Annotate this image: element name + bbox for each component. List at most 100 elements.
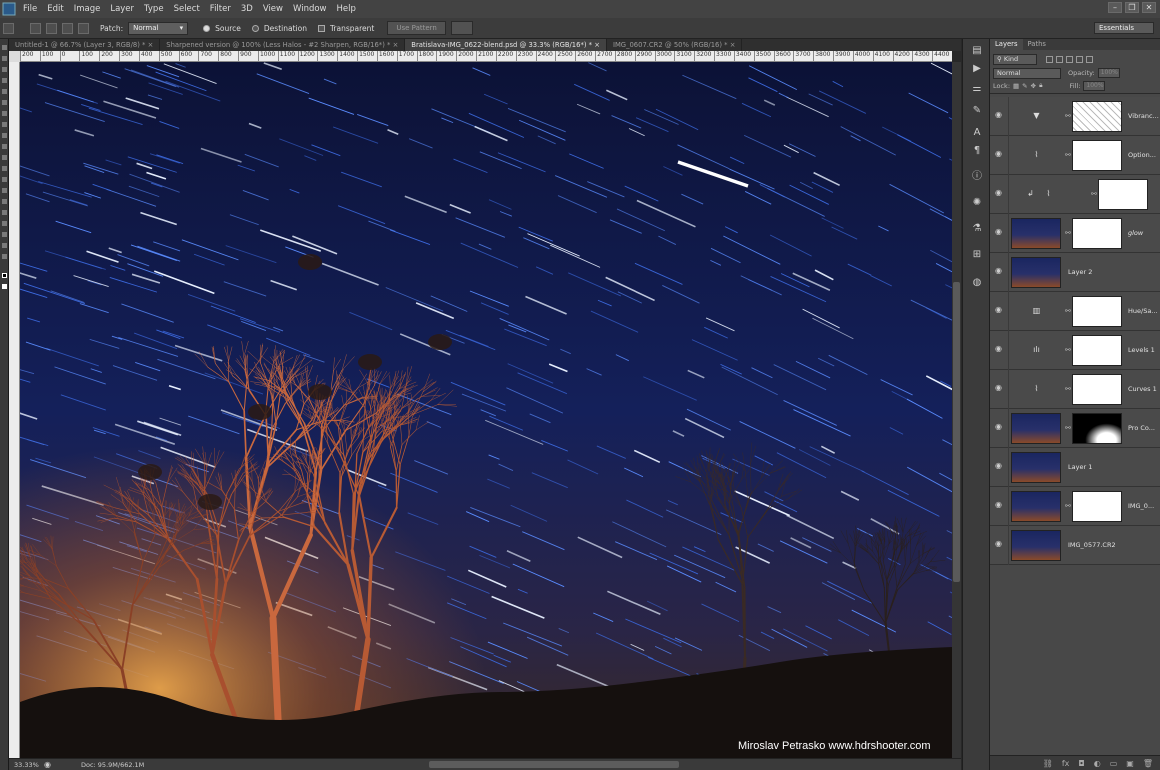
- layer-name[interactable]: Pro Co...: [1128, 424, 1155, 432]
- layer-row[interactable]: ◉ IMG_0577.CR2: [990, 526, 1160, 565]
- opacity-field[interactable]: 100%: [1097, 68, 1120, 78]
- eyedropper-tool-icon[interactable]: [2, 100, 7, 105]
- lock-transparent-icon[interactable]: ▦: [1013, 82, 1019, 90]
- close-icon[interactable]: ×: [730, 41, 736, 49]
- mask-link-icon[interactable]: ⚯: [1065, 346, 1071, 354]
- pen-tool-icon[interactable]: [2, 199, 7, 204]
- use-pattern-button[interactable]: Use Pattern: [387, 21, 446, 35]
- history-icon[interactable]: ▤: [971, 45, 983, 57]
- document-canvas[interactable]: Miroslav Petrasko www.hdrshooter.com: [20, 62, 952, 758]
- character-icon[interactable]: A: [971, 127, 983, 139]
- tab-img-0607[interactable]: IMG_0607.CR2 @ 50% (RGB/16) * ×: [607, 39, 743, 51]
- menu-file[interactable]: File: [18, 0, 42, 18]
- horizontal-scroll-thumb[interactable]: [429, 761, 679, 768]
- menu-window[interactable]: Window: [288, 0, 332, 18]
- type-filter-icon[interactable]: [1066, 55, 1073, 63]
- layer-row[interactable]: ◉ ⚯ IMG_0...: [990, 487, 1160, 526]
- pattern-picker[interactable]: [450, 21, 473, 35]
- eraser-tool-icon[interactable]: [2, 155, 7, 160]
- layer-row[interactable]: ◉ ⚯ Pro Co...: [990, 409, 1160, 448]
- mask-link-icon[interactable]: ⚯: [1065, 307, 1071, 315]
- vertical-scroll-thumb[interactable]: [953, 282, 960, 582]
- layer-name[interactable]: Levels 1: [1128, 346, 1155, 354]
- layer-mask-thumbnail[interactable]: [1072, 374, 1122, 405]
- layer-name[interactable]: Vibranc...: [1128, 112, 1159, 120]
- layer-mask-thumbnail[interactable]: [1072, 140, 1122, 171]
- vibrance-icon[interactable]: ▼: [1032, 112, 1041, 120]
- lock-all-icon[interactable]: 🔒︎: [1039, 81, 1042, 90]
- adjustment-filter-icon[interactable]: [1056, 55, 1063, 63]
- hue-saturation-icon[interactable]: ▥: [1032, 307, 1041, 315]
- close-button[interactable]: ✕: [1142, 2, 1156, 13]
- visibility-eye-icon[interactable]: ◉: [995, 267, 1003, 275]
- ruler-corner[interactable]: [9, 51, 20, 62]
- menu-select[interactable]: Select: [169, 0, 205, 18]
- menu-3d[interactable]: 3D: [236, 0, 258, 18]
- type-tool-icon[interactable]: [2, 210, 7, 215]
- fill-field[interactable]: 100%: [1083, 80, 1106, 91]
- tab-layers[interactable]: Layers: [990, 39, 1023, 50]
- layer-name[interactable]: Option...: [1128, 151, 1156, 159]
- smart-object-filter-icon[interactable]: [1086, 55, 1093, 63]
- tab-paths[interactable]: Paths: [1023, 39, 1051, 50]
- subtract-selection-button[interactable]: [62, 22, 73, 34]
- visibility-eye-icon[interactable]: ◉: [995, 189, 1003, 197]
- dodge-tool-icon[interactable]: [2, 188, 7, 193]
- layer-mask-thumbnail[interactable]: [1072, 413, 1122, 444]
- channels-icon[interactable]: ⊞: [971, 249, 983, 261]
- info-icon[interactable]: ◉: [44, 760, 51, 769]
- menu-image[interactable]: Image: [69, 0, 106, 18]
- menu-type[interactable]: Type: [139, 0, 169, 18]
- layer-thumbnail[interactable]: [1011, 218, 1061, 249]
- curves-icon[interactable]: ⌇: [1044, 190, 1053, 198]
- marquee-tool-icon[interactable]: [2, 56, 7, 61]
- brush-tool-icon[interactable]: [2, 122, 7, 127]
- menu-edit[interactable]: Edit: [42, 0, 68, 18]
- layer-row[interactable]: ◉ ılı ⚯ Levels 1: [990, 331, 1160, 370]
- levels-icon[interactable]: ılı: [1032, 346, 1041, 354]
- transparent-checkbox[interactable]: [317, 24, 325, 32]
- zoom-level[interactable]: 33.33%: [14, 761, 40, 769]
- layer-row[interactable]: ◉ Layer 2: [990, 253, 1160, 292]
- menu-layer[interactable]: Layer: [105, 0, 139, 18]
- layer-thumbnail[interactable]: [1011, 452, 1061, 483]
- visibility-eye-icon[interactable]: ◉: [995, 228, 1003, 236]
- lasso-tool-icon[interactable]: [2, 67, 7, 72]
- add-mask-icon[interactable]: ◘: [1078, 759, 1084, 768]
- layer-row[interactable]: ◉ Layer 1: [990, 448, 1160, 487]
- layer-name[interactable]: Curves 1: [1128, 385, 1157, 393]
- layer-row[interactable]: ◉ ⌇ ⚯ Curves 1: [990, 370, 1160, 409]
- layer-mask-thumbnail[interactable]: [1072, 101, 1122, 132]
- layer-thumbnail[interactable]: [1011, 530, 1061, 561]
- layer-name[interactable]: IMG_0577.CR2: [1068, 541, 1116, 549]
- minimize-button[interactable]: –: [1108, 2, 1122, 13]
- layer-row[interactable]: ◉ ↲ ⌇ ⚯: [990, 175, 1160, 214]
- layer-name[interactable]: IMG_0...: [1128, 502, 1154, 510]
- curves-icon[interactable]: ⌇: [1032, 151, 1041, 159]
- mask-link-icon[interactable]: ⚯: [1065, 151, 1071, 159]
- foreground-color-swatch[interactable]: [2, 273, 7, 278]
- tab-sharpened-version[interactable]: Sharpened version @ 100% (Less Halos - #…: [160, 39, 406, 51]
- layer-thumbnail[interactable]: [1011, 491, 1061, 522]
- hand-tool-icon[interactable]: [2, 243, 7, 248]
- mask-link-icon[interactable]: ⚯: [1065, 502, 1071, 510]
- tab-untitled[interactable]: Untitled-1 @ 66.7% (Layer 3, RGB/8) * ×: [9, 39, 161, 51]
- mask-link-icon[interactable]: ⚯: [1065, 229, 1071, 237]
- layer-row[interactable]: ◉ ⚯ glow: [990, 214, 1160, 253]
- layer-mask-thumbnail[interactable]: [1072, 335, 1122, 366]
- link-layers-icon[interactable]: ⛓: [1043, 759, 1053, 768]
- add-selection-button[interactable]: [46, 22, 57, 34]
- paragraph-icon[interactable]: ¶: [971, 145, 983, 157]
- workspace-select[interactable]: Essentials: [1094, 22, 1154, 34]
- layer-mask-thumbnail[interactable]: [1072, 296, 1122, 327]
- info-panel-icon[interactable]: ⓘ: [971, 171, 983, 183]
- tool-preset-button[interactable]: [3, 22, 14, 34]
- vertical-scrollbar[interactable]: [952, 62, 961, 758]
- vertical-ruler[interactable]: [9, 62, 20, 758]
- zoom-tool-icon[interactable]: [2, 254, 7, 259]
- layer-row[interactable]: ◉ ▼ ⚯ Vibranc...: [990, 97, 1160, 136]
- blur-tool-icon[interactable]: [2, 177, 7, 182]
- layer-mask-thumbnail[interactable]: [1072, 218, 1122, 249]
- close-icon[interactable]: ×: [393, 41, 399, 49]
- brush-presets-icon[interactable]: ✎: [971, 105, 983, 117]
